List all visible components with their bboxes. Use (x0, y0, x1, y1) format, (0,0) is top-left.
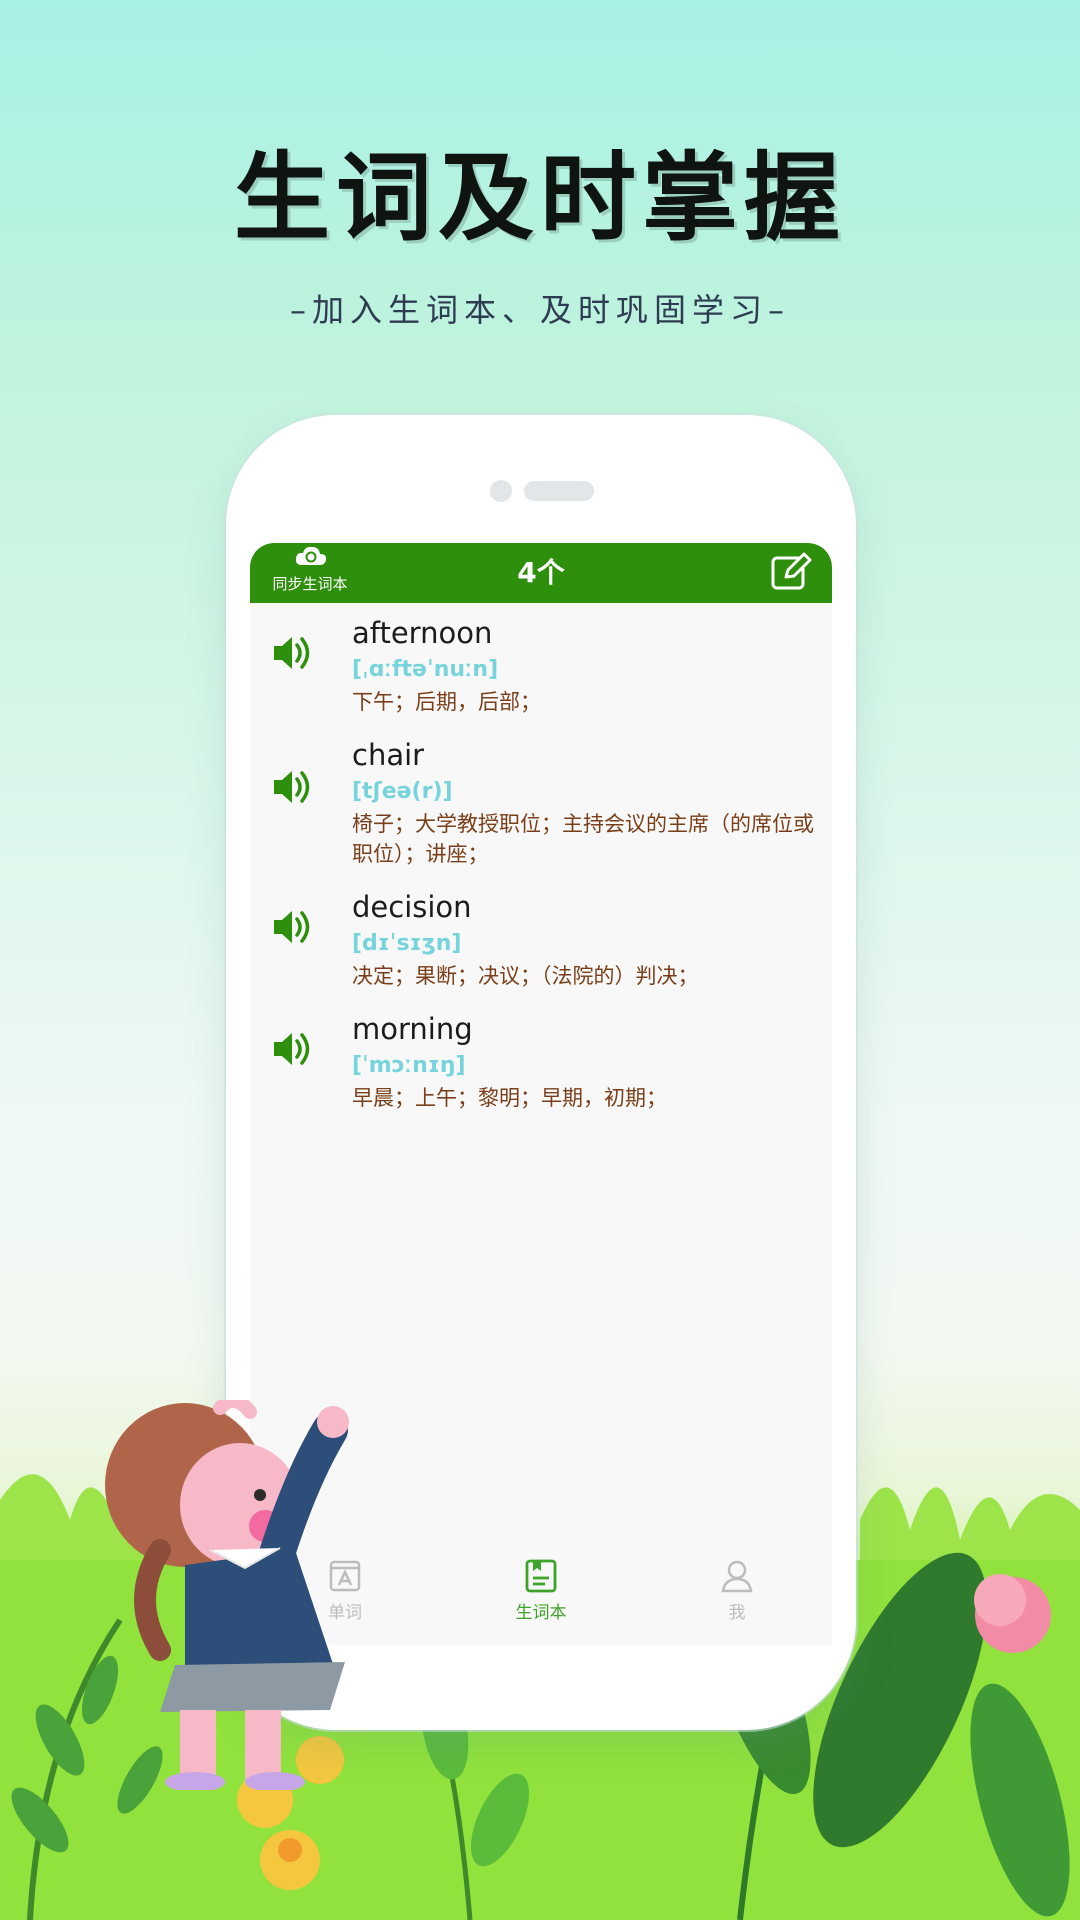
word-text: morning (352, 1012, 473, 1046)
word-meaning: 决定；果断；决议；（法院的）判决； (352, 964, 699, 988)
earpiece-speaker (524, 481, 594, 501)
speaker-icon[interactable] (272, 907, 316, 947)
speaker-icon[interactable] (272, 1029, 316, 1069)
word-item[interactable]: morning [ˈmɔːnɪŋ] 早晨；上午；黎明；早期，初期； (250, 999, 832, 1121)
phone-mockup: 同步生词本 4个 afternoon [ˌɑːftəˈnuːn] 下午；后期，后… (226, 415, 856, 1730)
word-item[interactable]: afternoon [ˌɑːftəˈnuːn] 下午；后期，后部； (250, 603, 832, 725)
word-text: afternoon (352, 616, 493, 650)
word-phonetic: [dɪˈsɪʒn] (352, 931, 462, 956)
word-phonetic: [tʃeə(r)] (352, 779, 453, 804)
front-camera (490, 480, 512, 502)
notebook-icon (525, 1559, 557, 1593)
word-count: 4个 (517, 556, 565, 589)
tab-me[interactable]: 我 (677, 1558, 797, 1623)
word-text: chair (352, 738, 425, 772)
user-icon (721, 1560, 753, 1593)
word-text: decision (352, 890, 472, 924)
word-meaning: 下午；后期，后部； (352, 690, 541, 714)
speaker-icon[interactable] (272, 767, 316, 807)
word-item[interactable]: decision [dɪˈsɪʒn] 决定；果断；决议；（法院的）判决； (250, 877, 832, 999)
tab-notebook-label: 生词本 (515, 1603, 567, 1623)
tab-me-label: 我 (728, 1603, 746, 1623)
word-meaning: 椅子；大学教授职位；主持会议的主席（的席位或职位）；讲座； (352, 812, 814, 866)
tab-word-label: 单词 (328, 1603, 362, 1623)
promo-subline: –加入生词本、及时巩固学习– (289, 291, 790, 329)
word-phonetic: [ˈmɔːnɪŋ] (352, 1053, 466, 1078)
speaker-icon[interactable] (272, 633, 316, 673)
tab-word[interactable]: 单词 (285, 1558, 405, 1623)
app-screen: 同步生词本 4个 afternoon [ˌɑːftəˈnuːn] 下午；后期，后… (250, 543, 832, 1645)
word-list: afternoon [ˌɑːftəˈnuːn] 下午；后期，后部； chair … (250, 603, 832, 1121)
word-meaning: 早晨；上午；黎明；早期，初期； (352, 1086, 667, 1110)
bottom-tab-bar: 单词 生词本 我 (250, 1544, 832, 1645)
word-item[interactable]: chair [tʃeə(r)] 椅子；大学教授职位；主持会议的主席（的席位或职位… (250, 725, 832, 877)
edit-icon[interactable] (770, 551, 812, 593)
promo-headline: 生词及时掌握 (234, 142, 846, 254)
word-card-icon (329, 1560, 361, 1592)
tab-notebook[interactable]: 生词本 (481, 1558, 601, 1623)
top-bar: 同步生词本 4个 (250, 543, 832, 603)
word-phonetic: [ˌɑːftəˈnuːn] (352, 657, 499, 682)
